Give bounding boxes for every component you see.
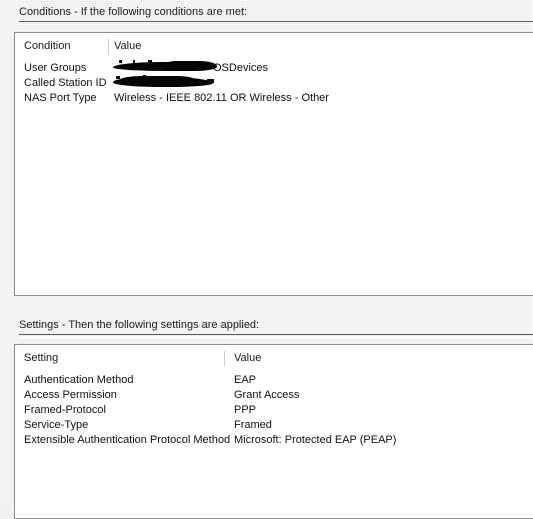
table-row[interactable]: NAS Port Type Wireless - IEEE 802.11 OR … (15, 90, 533, 106)
setting-value-access-permission: Grant Access (234, 389, 300, 401)
conditions-section: Conditions - If the following conditions… (0, 0, 533, 300)
condition-value-nas-port-type: Wireless - IEEE 802.11 OR Wireless - Oth… (114, 92, 329, 104)
settings-column-header-value: Value (234, 352, 262, 364)
table-row[interactable]: Framed-Protocol PPP (15, 402, 533, 418)
setting-value-extensible-authentication-protocol-method: Microsoft: Protected EAP (PEAP) (234, 434, 397, 446)
setting-name-service-type: Service-Type (24, 419, 89, 431)
table-row[interactable]: Authentication Method EAP (15, 372, 533, 388)
settings-table-header-row: Setting Value (15, 350, 533, 366)
settings-table: Setting Value Authentication Method EAP … (15, 345, 533, 518)
settings-section-rule (19, 334, 533, 338)
setting-name-extensible-authentication-protocol-method: Extensible Authentication Protocol Metho… (24, 434, 231, 446)
redaction-speck-called-station-id-1 (116, 76, 120, 79)
setting-name-framed-protocol: Framed-Protocol (24, 404, 106, 416)
conditions-column-header-condition: Condition (24, 40, 71, 52)
setting-name-authentication-method: Authentication Method (24, 374, 134, 386)
redaction-speck-called-station-id-3 (207, 79, 214, 83)
setting-name-access-permission: Access Permission (24, 389, 117, 401)
settings-column-header-setting: Setting (24, 352, 59, 364)
setting-value-framed-protocol: PPP (234, 404, 257, 416)
settings-section: Settings - Then the following settings a… (0, 315, 533, 519)
settings-section-heading: Settings - Then the following settings a… (19, 319, 260, 331)
setting-value-authentication-method: EAP (234, 374, 257, 386)
condition-name-nas-port-type: NAS Port Type (24, 92, 97, 104)
redaction-mark-called-station-id-tail (119, 76, 195, 85)
table-row[interactable]: Access Permission Grant Access (15, 387, 533, 403)
redaction-speck-called-station-id-2 (143, 75, 146, 78)
table-row[interactable]: User Groups OSDevices (15, 60, 533, 76)
redaction-speck-user-groups-1 (119, 60, 122, 63)
conditions-column-header-value: Value (114, 40, 142, 52)
table-row[interactable]: Service-Type Framed (15, 417, 533, 433)
condition-value-user-groups: OSDevices (213, 62, 269, 74)
setting-value-service-type: Framed (234, 419, 272, 431)
conditions-panel: Condition Value User Groups OSDevices Ca… (14, 32, 533, 296)
table-row[interactable]: Extensible Authentication Protocol Metho… (15, 432, 533, 448)
conditions-section-rule (19, 21, 533, 25)
settings-panel: Setting Value Authentication Method EAP … (14, 344, 533, 519)
table-row[interactable]: Called Station ID (15, 75, 533, 91)
conditions-table-header-row: Condition Value (15, 38, 533, 54)
condition-name-called-station-id: Called Station ID (24, 77, 107, 89)
redaction-mark-user-groups-tail (165, 61, 217, 71)
redaction-speck-user-groups-3 (148, 60, 152, 63)
conditions-table: Condition Value User Groups OSDevices Ca… (15, 33, 533, 295)
redaction-speck-user-groups-2 (133, 60, 135, 63)
condition-name-user-groups: User Groups (24, 62, 87, 74)
conditions-section-heading: Conditions - If the following conditions… (19, 6, 248, 18)
